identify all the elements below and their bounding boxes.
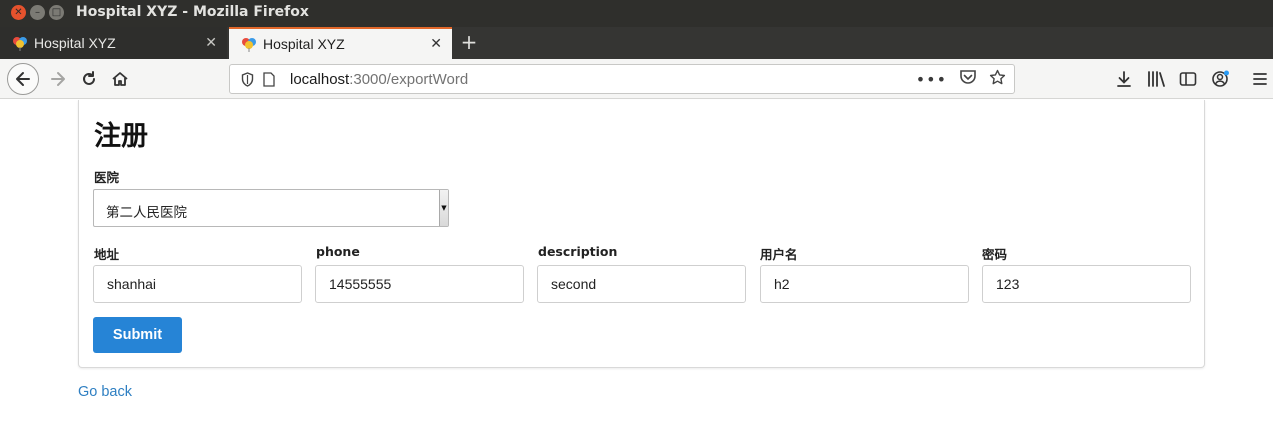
phone-input[interactable]: 14555555 xyxy=(315,265,524,303)
url-path: :3000/exportWord xyxy=(349,70,469,88)
home-icon[interactable] xyxy=(106,65,134,93)
window-minimize-button[interactable]: – xyxy=(30,5,45,20)
hamburger-menu-icon[interactable] xyxy=(1252,59,1268,99)
window-titlebar: ✕ – □ Hospital XYZ - Mozilla Firefox xyxy=(0,0,1273,27)
url-bar[interactable]: localhost:3000/exportWord ••• xyxy=(229,64,1015,94)
back-arrow-icon[interactable] xyxy=(7,63,39,95)
window-close-button[interactable]: ✕ xyxy=(11,5,26,20)
register-form-card: 注册 医院 第二人民医院 ▼ 地址 phone description 用户名 … xyxy=(78,100,1205,368)
downloads-icon[interactable] xyxy=(1115,59,1133,99)
go-back-link[interactable]: Go back xyxy=(78,384,132,400)
window-maximize-button[interactable]: □ xyxy=(49,5,64,20)
tab-hospital-1[interactable]: Hospital XYZ ✕ xyxy=(0,27,227,59)
tab-close-icon[interactable]: ✕ xyxy=(205,35,217,51)
window-title: Hospital XYZ - Mozilla Firefox xyxy=(76,4,309,20)
tab-strip: Hospital XYZ ✕ Hospital XYZ ✕ + xyxy=(0,27,1273,59)
password-label: 密码 xyxy=(982,247,1008,262)
username-label: 用户名 xyxy=(760,247,798,262)
password-input[interactable]: 123 xyxy=(982,265,1191,303)
navigation-toolbar: localhost:3000/exportWord ••• xyxy=(0,59,1273,99)
reload-icon[interactable] xyxy=(75,65,103,93)
tab-title: Hospital XYZ xyxy=(34,35,116,51)
sidebar-icon[interactable] xyxy=(1179,59,1197,99)
hospital-selected-value: 第二人民医院 xyxy=(106,205,187,221)
dropdown-arrow-icon[interactable]: ▼ xyxy=(439,190,448,226)
hospital-label: 医院 xyxy=(94,170,120,185)
tab-close-icon[interactable]: ✕ xyxy=(430,36,442,52)
library-icon[interactable] xyxy=(1146,59,1166,99)
new-tab-plus-icon[interactable]: + xyxy=(457,29,481,55)
tab-hospital-2[interactable]: Hospital XYZ ✕ xyxy=(229,27,452,59)
pocket-icon[interactable] xyxy=(959,69,977,89)
bookmark-star-icon[interactable] xyxy=(989,69,1006,90)
form-title: 注册 xyxy=(94,121,148,152)
forward-arrow-icon[interactable] xyxy=(44,65,72,93)
phone-label: phone xyxy=(316,244,360,259)
tracking-shield-icon[interactable] xyxy=(240,71,254,87)
balloon-favicon-icon xyxy=(12,35,28,51)
address-input[interactable]: shanhai xyxy=(93,265,302,303)
account-icon[interactable] xyxy=(1211,59,1231,99)
submit-button[interactable]: Submit xyxy=(93,317,182,353)
page-content: 注册 医院 第二人民医院 ▼ 地址 phone description 用户名 … xyxy=(0,100,1273,430)
description-input[interactable]: second xyxy=(537,265,746,303)
page-info-icon[interactable] xyxy=(263,71,277,87)
hospital-select[interactable]: 第二人民医院 ▼ xyxy=(93,189,449,227)
balloon-favicon-icon xyxy=(241,36,257,52)
url-text[interactable]: localhost:3000/exportWord xyxy=(290,71,468,88)
description-label: description xyxy=(538,244,618,259)
address-label: 地址 xyxy=(94,247,120,262)
tab-title: Hospital XYZ xyxy=(263,36,345,52)
username-input[interactable]: h2 xyxy=(760,265,969,303)
url-host: localhost xyxy=(290,70,350,88)
page-actions-more-icon[interactable]: ••• xyxy=(916,70,947,89)
